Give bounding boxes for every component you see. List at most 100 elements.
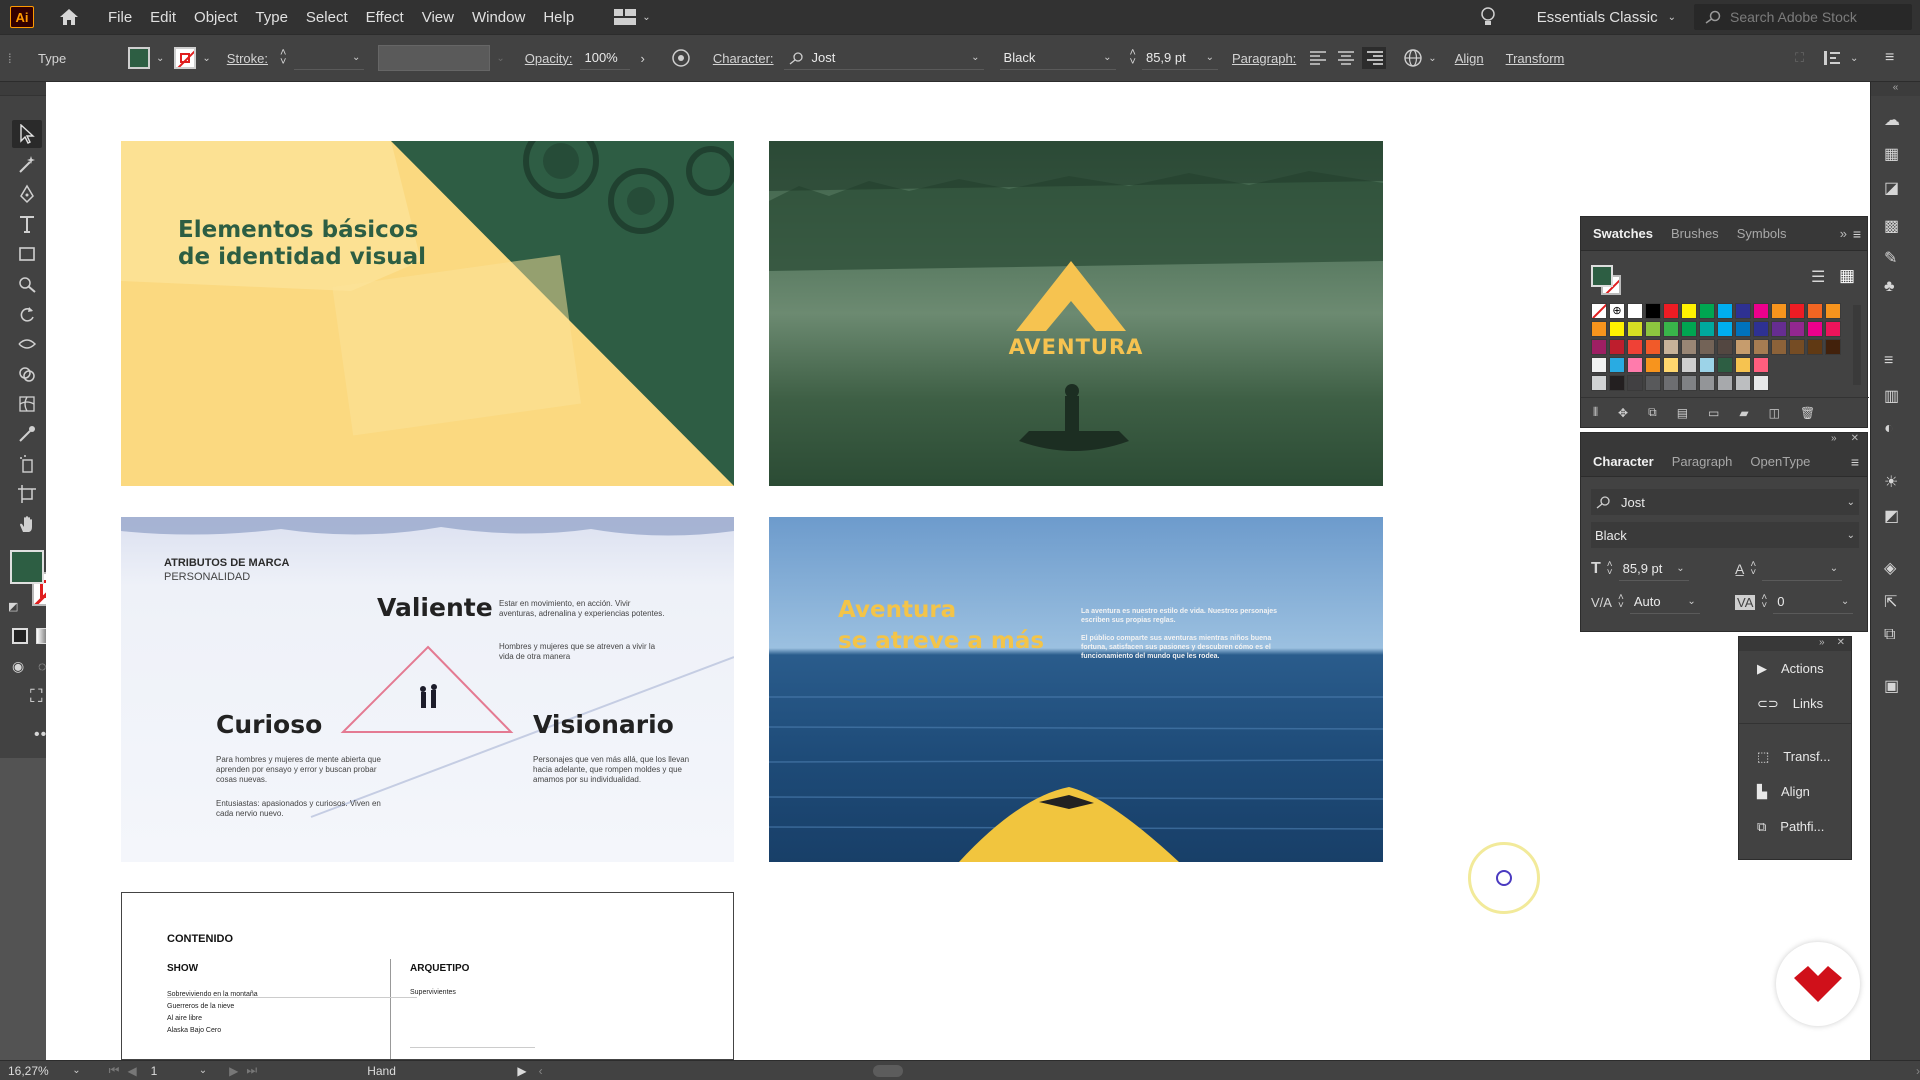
- show-kinds-icon[interactable]: ⧉: [1648, 405, 1657, 420]
- swatch-color[interactable]: [1807, 321, 1823, 337]
- menu-effect[interactable]: Effect: [366, 9, 404, 26]
- dock-collapse-icon[interactable]: «: [1871, 82, 1920, 96]
- swatch-color[interactable]: [1699, 375, 1715, 391]
- swatch-color[interactable]: [1717, 303, 1733, 319]
- zoom-level[interactable]: 16,27%: [8, 1064, 52, 1078]
- font-size-field[interactable]: 85,9 pt ⌄: [1141, 46, 1218, 70]
- swatch-color[interactable]: [1735, 303, 1751, 319]
- swatch-color[interactable]: [1609, 339, 1625, 355]
- swatch-color[interactable]: [1591, 375, 1607, 391]
- character-font-family[interactable]: Jost ⌄: [1591, 489, 1859, 515]
- type-tool[interactable]: [12, 210, 42, 238]
- swatch-color[interactable]: [1753, 357, 1769, 373]
- collapse-panel-icon[interactable]: »: [1831, 433, 1837, 447]
- swatch-color[interactable]: [1771, 339, 1787, 355]
- stroke-stepper[interactable]: ˄ ˅: [280, 48, 286, 68]
- swatch-color[interactable]: [1645, 375, 1661, 391]
- swatch-color[interactable]: [1753, 303, 1769, 319]
- swatch-color[interactable]: [1717, 357, 1733, 373]
- swatch-color[interactable]: [1663, 321, 1679, 337]
- artboard-number[interactable]: 1: [151, 1064, 199, 1078]
- swatch-color[interactable]: [1735, 375, 1751, 391]
- next-artboard-icon[interactable]: ▶: [229, 1064, 238, 1078]
- swatch-color[interactable]: [1645, 357, 1661, 373]
- swatch-color[interactable]: [1735, 321, 1751, 337]
- menu-object[interactable]: Object: [194, 9, 237, 26]
- shape-builder-tool[interactable]: [12, 360, 42, 388]
- menu-help[interactable]: Help: [543, 9, 574, 26]
- swatch-color[interactable]: [1789, 321, 1805, 337]
- character-font-style[interactable]: Black ⌄: [1591, 522, 1859, 548]
- graphic-styles-dock-icon[interactable]: ◩: [1884, 506, 1908, 530]
- swatch-scrollbar[interactable]: [1853, 305, 1861, 385]
- previous-artboard-icon[interactable]: ◀: [127, 1064, 136, 1078]
- menu-select[interactable]: Select: [306, 9, 348, 26]
- swatch-color[interactable]: [1699, 303, 1715, 319]
- swatch-color[interactable]: [1753, 339, 1769, 355]
- layers-stack-icon[interactable]: ▦: [1884, 144, 1908, 168]
- menu-file[interactable]: File: [108, 9, 132, 26]
- color-mode-button[interactable]: [12, 628, 28, 644]
- transparency-dock-icon[interactable]: ◐: [1884, 420, 1908, 444]
- swatch-color[interactable]: [1825, 339, 1841, 355]
- chevron-down-icon[interactable]: ⌄: [202, 53, 210, 64]
- swatch-color[interactable]: [1717, 321, 1733, 337]
- swatch-color[interactable]: [1627, 375, 1643, 391]
- menu-icon[interactable]: ≡: [1885, 49, 1894, 67]
- close-icon[interactable]: ✕: [1851, 433, 1859, 447]
- artboard-3[interactable]: ATRIBUTOS DE MARCA PERSONALIDAD Valiente…: [121, 517, 734, 862]
- swatch-color[interactable]: [1609, 357, 1625, 373]
- tab-paragraph[interactable]: Paragraph: [1672, 454, 1733, 469]
- transform-link[interactable]: Transform: [1506, 51, 1565, 66]
- panel-align-button[interactable]: ▙ Align: [1739, 774, 1851, 809]
- font-size-stepper[interactable]: ˄ ˅: [1130, 48, 1136, 68]
- menu-window[interactable]: Window: [472, 9, 525, 26]
- properties-icon[interactable]: ◪: [1884, 178, 1908, 202]
- artboard-4[interactable]: Aventura se atreve a más La aventura es …: [769, 517, 1383, 862]
- artboard-tool[interactable]: [12, 480, 42, 508]
- swatches-dock-icon[interactable]: ▩: [1884, 216, 1908, 240]
- swatch-color[interactable]: [1591, 321, 1607, 337]
- swatch-color[interactable]: [1681, 321, 1697, 337]
- tab-swatches[interactable]: Swatches: [1593, 226, 1653, 241]
- draw-normal-icon[interactable]: ◉: [12, 658, 24, 675]
- swatch-fill-indicator[interactable]: [1591, 265, 1613, 287]
- swatch-color[interactable]: [1645, 303, 1661, 319]
- brushes-dock-icon[interactable]: ✎: [1884, 248, 1908, 272]
- font-family-dropdown[interactable]: Jost ⌄: [783, 46, 984, 70]
- pen-tool[interactable]: [12, 180, 42, 208]
- home-icon[interactable]: [58, 7, 80, 27]
- recolor-artwork-icon[interactable]: [671, 48, 691, 68]
- chevron-down-icon[interactable]: ⌄: [72, 1065, 80, 1076]
- rectangle-tool[interactable]: [12, 240, 42, 268]
- chevron-down-icon[interactable]: ⌄: [199, 1065, 207, 1076]
- expand-panel-icon[interactable]: »: [1840, 226, 1847, 241]
- swatch-color[interactable]: [1627, 303, 1643, 319]
- libraries-dock-icon[interactable]: ▣: [1884, 676, 1908, 700]
- panel-transform-button[interactable]: ⬚ Transf...: [1739, 739, 1851, 774]
- swatch-color[interactable]: [1663, 339, 1679, 355]
- artboard-1[interactable]: Elementos básicos de identidad visual: [121, 141, 734, 486]
- swatch-color[interactable]: [1807, 339, 1823, 355]
- panel-links-button[interactable]: ⊂⊃ Links: [1739, 686, 1851, 721]
- swatch-libraries-icon[interactable]: ⫴: [1593, 405, 1598, 420]
- swatch-color[interactable]: [1591, 303, 1607, 319]
- scroll-right-icon[interactable]: ›: [1916, 1064, 1920, 1078]
- swatch-color[interactable]: [1645, 339, 1661, 355]
- swatch-color[interactable]: [1627, 321, 1643, 337]
- selection-tool[interactable]: [12, 120, 42, 148]
- align-left-icon[interactable]: [1308, 50, 1328, 66]
- swatch-color[interactable]: [1609, 321, 1625, 337]
- panel-options-icon[interactable]: [1822, 48, 1844, 68]
- swatch-color[interactable]: [1627, 339, 1643, 355]
- opacity-label[interactable]: Opacity:: [525, 51, 573, 66]
- swatch-color[interactable]: [1663, 357, 1679, 373]
- horizontal-scrollbar[interactable]: [553, 1064, 1916, 1077]
- swatch-color[interactable]: [1591, 339, 1607, 355]
- stroke-dock-icon[interactable]: ≡: [1884, 352, 1908, 376]
- swatch-color[interactable]: [1609, 375, 1625, 391]
- font-style-dropdown[interactable]: Black ⌄: [999, 46, 1116, 70]
- panel-menu-icon[interactable]: ≡: [1853, 226, 1861, 242]
- swatch-color[interactable]: [1789, 339, 1805, 355]
- menu-type[interactable]: Type: [255, 9, 288, 26]
